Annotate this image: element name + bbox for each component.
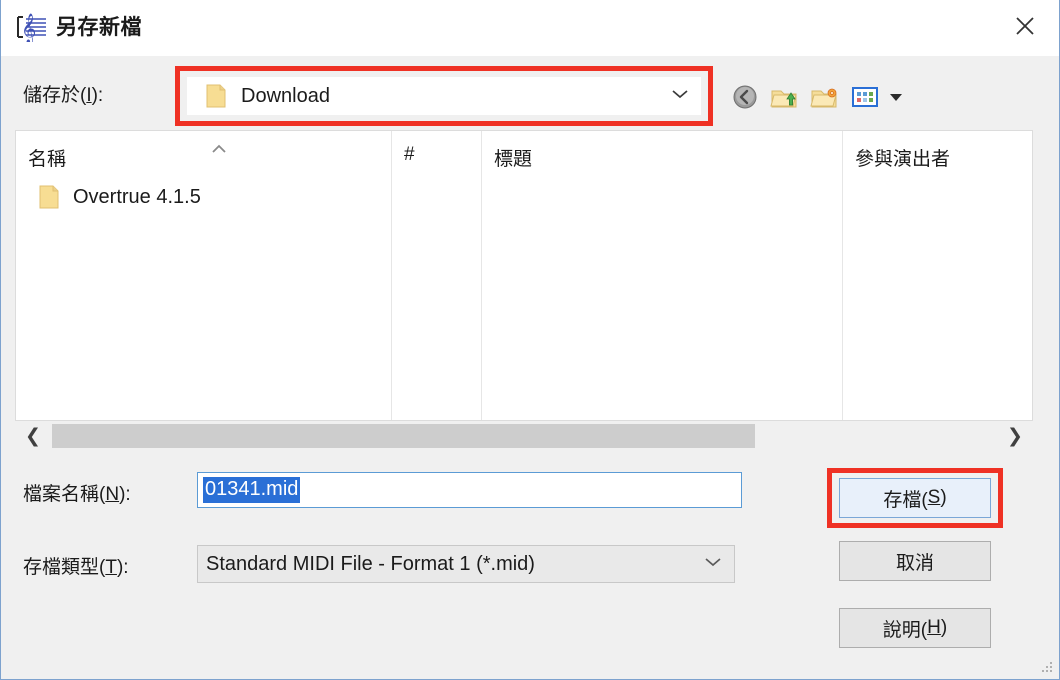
save-as-dialog: 𝄞 另存新檔 儲存於(I): Download 名稱 # 標題 參與演出者 Ov… [0, 0, 1060, 680]
views-icon[interactable] [845, 79, 885, 115]
list-item[interactable]: Overtrue 4.1.5 [26, 180, 201, 214]
toolbar [725, 78, 907, 116]
views-chevron-down-icon[interactable] [885, 79, 907, 115]
column-header-number[interactable]: # [404, 144, 415, 166]
file-name-input[interactable]: 01341.mid [197, 472, 742, 508]
title-bar: 𝄞 另存新檔 [1, 0, 1059, 56]
save-in-label: 儲存於(I): [23, 85, 104, 106]
file-name-value: 01341.mid [203, 477, 301, 503]
file-list-pane[interactable]: 名稱 # 標題 參與演出者 Overtrue 4.1.5 [15, 130, 1033, 421]
list-item-name: Overtrue 4.1.5 [73, 185, 201, 208]
scroll-right-arrow-icon[interactable]: ❯ [1001, 421, 1029, 451]
column-divider[interactable] [481, 131, 482, 420]
file-type-label: 存檔類型(T): [23, 557, 129, 578]
back-icon[interactable] [725, 79, 765, 115]
window-title: 另存新檔 [56, 16, 142, 39]
cancel-button[interactable]: 取消 [839, 541, 991, 581]
scroll-left-arrow-icon[interactable]: ❮ [19, 421, 47, 451]
sort-ascending-chevron-icon [209, 140, 229, 162]
file-name-label: 檔案名稱(N): [23, 484, 131, 505]
svg-text:𝄞: 𝄞 [21, 13, 36, 42]
column-divider[interactable] [391, 131, 392, 420]
column-header-title[interactable]: 標題 [494, 144, 532, 171]
help-button[interactable]: 說明(H) [839, 608, 991, 648]
horizontal-scrollbar[interactable]: ❮ ❯ [15, 421, 1033, 451]
save-in-highlight-box [175, 66, 713, 126]
scrollbar-thumb[interactable] [52, 424, 755, 448]
resize-grip[interactable] [1040, 660, 1054, 674]
file-type-combo[interactable]: Standard MIDI File - Format 1 (*.mid) [197, 545, 735, 583]
file-type-chevron-down-icon[interactable] [704, 555, 722, 573]
file-type-value: Standard MIDI File - Format 1 (*.mid) [206, 552, 535, 575]
music-score-icon: 𝄞 [15, 12, 49, 45]
folder-icon [38, 184, 62, 210]
new-folder-icon[interactable] [805, 79, 845, 115]
save-button-highlight-box [827, 468, 1003, 528]
up-folder-icon[interactable] [765, 79, 805, 115]
column-divider[interactable] [842, 131, 843, 420]
close-button[interactable] [997, 0, 1053, 52]
column-header-name[interactable]: 名稱 [28, 144, 226, 171]
column-header-name-label: 名稱 [28, 149, 67, 170]
column-header-artists[interactable]: 參與演出者 [855, 144, 950, 171]
